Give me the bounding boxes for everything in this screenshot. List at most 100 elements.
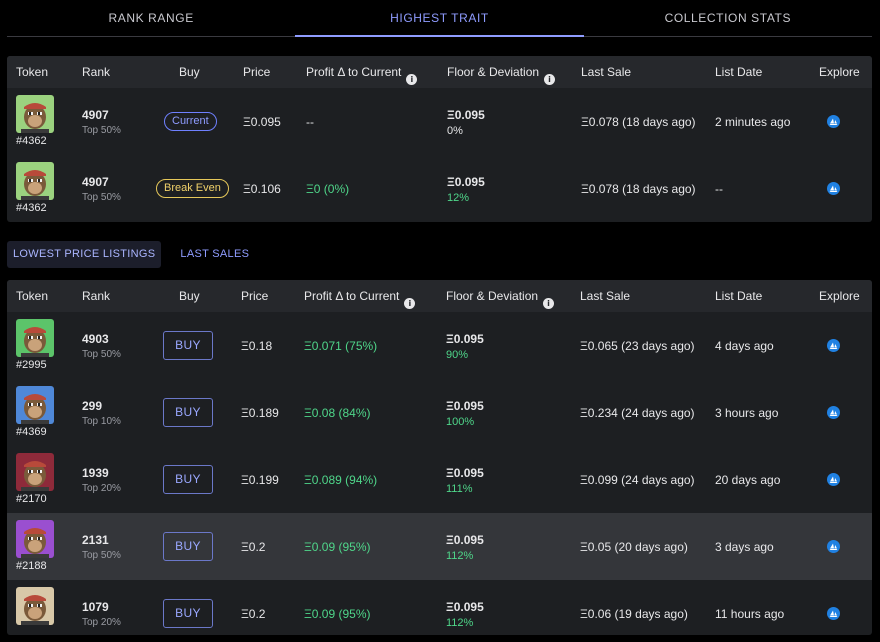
floor-price: Ξ0.095: [446, 332, 484, 346]
col-profit: Profit Δ to Current i: [306, 65, 418, 85]
opensea-icon[interactable]: [827, 540, 840, 553]
token-id[interactable]: #4362: [16, 135, 47, 147]
rank-percentile: Top 50%: [82, 349, 121, 360]
price-value: Ξ0.199: [241, 473, 279, 487]
trait-table-header: Token Rank Buy Price Profit Δ to Current…: [7, 56, 872, 88]
opensea-icon[interactable]: [827, 339, 840, 352]
last-sale: Ξ0.234 (24 days ago): [580, 406, 695, 420]
info-icon[interactable]: i: [404, 298, 416, 309]
token-avatar-image: [16, 520, 54, 558]
opensea-icon[interactable]: [827, 182, 840, 195]
list-date: 2 minutes ago: [715, 115, 791, 129]
floor-deviation: 100%: [446, 416, 475, 428]
col-rank: Rank: [82, 65, 111, 79]
col-price: Price: [241, 289, 269, 303]
col-profit: Profit Δ to Current i: [304, 289, 416, 309]
token-avatar-image: [16, 386, 54, 424]
token-avatar-image: [16, 453, 54, 491]
token-id[interactable]: #4362: [16, 202, 47, 214]
opensea-icon[interactable]: [827, 473, 840, 486]
current-badge: Current: [164, 112, 217, 131]
col-buy: Buy: [179, 65, 200, 79]
tab-collection-stats[interactable]: COLLECTION STATS: [584, 0, 872, 36]
token-avatar-image: [16, 319, 54, 357]
list-date: 11 hours ago: [715, 607, 785, 621]
table-row: #4362 4907 Top 50% Break Even Ξ0.106 Ξ0 (0%) Ξ…: [7, 155, 872, 222]
table-row: #4369 299 Top 10% BUY Ξ0.189 Ξ0.08 (84%) Ξ0.09…: [7, 379, 872, 446]
info-icon[interactable]: i: [543, 298, 555, 309]
list-date: 3 hours ago: [715, 406, 779, 420]
col-list-date: List Date: [715, 65, 763, 79]
rank-percentile: Top 50%: [82, 125, 121, 136]
floor-price: Ξ0.095: [446, 466, 484, 480]
profit-delta: --: [306, 115, 314, 129]
table-row: #2188 2131 Top 50% BUY Ξ0.2 Ξ0.09 (95%) Ξ0.095…: [7, 513, 872, 580]
price-value: Ξ0.2: [241, 607, 266, 621]
col-price: Price: [243, 65, 271, 79]
floor-deviation: 111%: [446, 483, 473, 495]
rank-value: 1079: [82, 600, 109, 614]
rank-value: 4903: [82, 332, 109, 346]
token-avatar[interactable]: [16, 453, 54, 491]
rank-percentile: Top 20%: [82, 617, 121, 628]
rank-value: 2131: [82, 533, 109, 547]
profit-delta: Ξ0.09 (95%): [304, 540, 371, 554]
col-last-sale: Last Sale: [581, 65, 632, 79]
rank-percentile: Top 10%: [82, 416, 121, 427]
rank-value: 1939: [82, 466, 109, 480]
token-avatar[interactable]: [16, 319, 54, 357]
list-date: --: [715, 182, 723, 196]
info-icon[interactable]: i: [544, 74, 556, 85]
profit-delta: Ξ0.09 (95%): [304, 607, 371, 621]
token-id[interactable]: #2188: [16, 560, 47, 572]
list-date: 20 days ago: [715, 473, 781, 487]
floor-deviation: 90%: [446, 349, 469, 361]
floor-price: Ξ0.095: [446, 399, 484, 413]
subtab-lowest-price-listings[interactable]: LOWEST PRICE LISTINGS: [7, 241, 162, 268]
token-avatar[interactable]: [16, 95, 54, 133]
opensea-icon[interactable]: [827, 406, 840, 419]
buy-button[interactable]: BUY: [163, 331, 213, 360]
col-explore: Explore: [819, 289, 860, 303]
token-avatar[interactable]: [16, 386, 54, 424]
col-explore: Explore: [819, 65, 860, 79]
tab-rank-range[interactable]: RANK RANGE: [7, 0, 295, 36]
token-id[interactable]: #2995: [16, 359, 47, 371]
buy-button[interactable]: BUY: [163, 398, 213, 427]
opensea-icon[interactable]: [827, 607, 840, 620]
listings-table: Token Rank Buy Price Profit Δ to Current…: [7, 280, 872, 635]
table-row: #2995 4903 Top 50% BUY Ξ0.18 Ξ0.071 (75%) Ξ0.0…: [7, 312, 872, 379]
rank-value: 4907: [82, 175, 109, 189]
floor-price: Ξ0.095: [446, 533, 484, 547]
info-icon[interactable]: i: [406, 74, 418, 85]
table-row: #2170 1939 Top 20% BUY Ξ0.199 Ξ0.089 (94%) Ξ0.…: [7, 446, 872, 513]
floor-deviation: 12%: [447, 192, 470, 204]
token-id[interactable]: #2170: [16, 493, 47, 505]
opensea-ship-glyph: [829, 610, 838, 617]
token-avatar-image: [16, 162, 54, 200]
tab-highest-trait[interactable]: HIGHEST TRAIT: [295, 0, 584, 37]
rank-percentile: Top 50%: [82, 550, 121, 561]
rank-value: 299: [82, 399, 103, 413]
token-id[interactable]: #4369: [16, 426, 47, 438]
listing-subtabs: LOWEST PRICE LISTINGS LAST SALES: [7, 241, 268, 268]
opensea-icon[interactable]: [827, 115, 840, 128]
col-floor: Floor & Deviation i: [447, 65, 556, 85]
last-sale: Ξ0.065 (23 days ago): [580, 339, 695, 353]
rank-percentile: Top 20%: [82, 483, 121, 494]
profit-delta: Ξ0.071 (75%): [304, 339, 378, 353]
token-avatar[interactable]: [16, 587, 54, 625]
buy-button[interactable]: BUY: [163, 532, 213, 561]
token-avatar[interactable]: [16, 162, 54, 200]
token-avatar[interactable]: [16, 520, 54, 558]
subtab-last-sales[interactable]: LAST SALES: [174, 241, 255, 268]
col-rank: Rank: [82, 289, 111, 303]
token-avatar-image: [16, 95, 54, 133]
table-row: #4362 4907 Top 50% Current Ξ0.095 -- Ξ0.095 0% Ξ…: [7, 88, 872, 155]
trait-table: Token Rank Buy Price Profit Δ to Current…: [7, 56, 872, 222]
opensea-ship-glyph: [829, 342, 838, 349]
buy-button[interactable]: BUY: [163, 465, 213, 494]
list-date: 4 days ago: [715, 339, 774, 353]
buy-button[interactable]: BUY: [163, 599, 213, 628]
last-sale: Ξ0.099 (24 days ago): [580, 473, 695, 487]
